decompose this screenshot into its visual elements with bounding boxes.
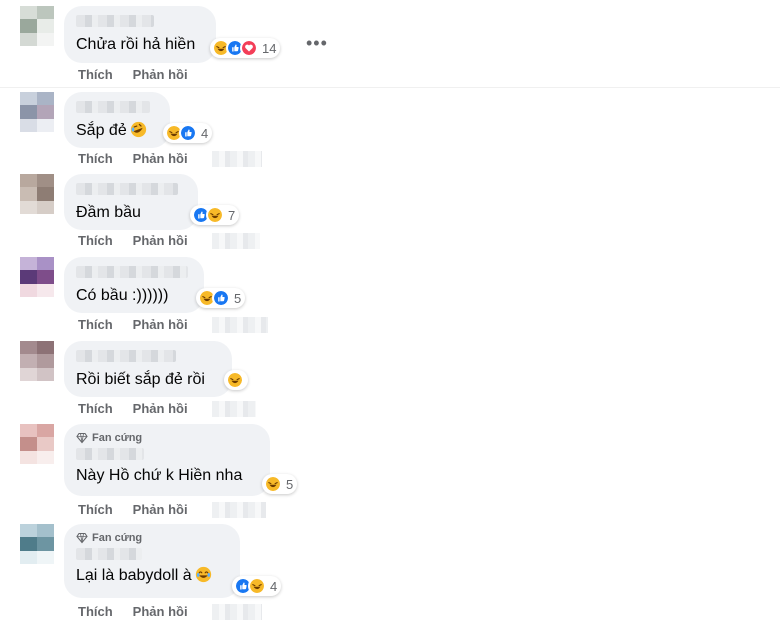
reply-link[interactable]: Phản hồi bbox=[133, 233, 188, 248]
comment-text: Rồi biết sắp đẻ rồi bbox=[76, 371, 205, 388]
comment-actions: Thích Phản hồi bbox=[78, 233, 188, 248]
reaction-summary[interactable]: 5 bbox=[196, 288, 246, 308]
reply-link[interactable]: Phản hồi bbox=[133, 502, 188, 517]
comment-bubble: Đầm bầu bbox=[64, 174, 198, 230]
author-name[interactable] bbox=[76, 350, 176, 362]
avatar[interactable] bbox=[20, 424, 54, 464]
comment-actions: Thích Phản hồi bbox=[78, 502, 188, 517]
comment-text: Có bầu :)))))) bbox=[76, 287, 169, 304]
top-fan-badge: Fan cứng bbox=[76, 532, 228, 544]
reaction-count: 14 bbox=[262, 40, 277, 56]
laughing-tears-emoji-icon bbox=[195, 566, 211, 583]
avatar[interactable] bbox=[20, 341, 54, 381]
avatar[interactable] bbox=[20, 92, 54, 132]
comment-bubble: Chửa rồi hả hiền bbox=[64, 6, 216, 63]
divider bbox=[0, 87, 780, 88]
more-options-icon[interactable]: ••• bbox=[306, 33, 328, 54]
badge-label: Fan cứng bbox=[92, 432, 143, 444]
reaction-count: 4 bbox=[270, 578, 278, 594]
comment-actions: Thích Phản hồi bbox=[78, 604, 188, 619]
comment-bubble: Rồi biết sắp đẻ rồi bbox=[64, 341, 232, 397]
haha-reaction-icon bbox=[226, 371, 244, 389]
author-name[interactable] bbox=[76, 548, 142, 560]
reaction-summary[interactable]: 4 bbox=[232, 576, 282, 596]
diamond-icon bbox=[76, 432, 88, 444]
comment-bubble: Có bầu :)))))) bbox=[64, 257, 204, 313]
author-name[interactable] bbox=[76, 448, 144, 460]
reply-link[interactable]: Phản hồi bbox=[133, 604, 188, 619]
like-link[interactable]: Thích bbox=[78, 317, 113, 332]
avatar[interactable] bbox=[20, 174, 54, 214]
like-link[interactable]: Thích bbox=[78, 67, 113, 82]
comment-text-value: Lại là babydoll à bbox=[76, 567, 192, 584]
reaction-count: 4 bbox=[201, 125, 209, 141]
avatar[interactable] bbox=[20, 6, 54, 46]
author-name[interactable] bbox=[76, 266, 188, 278]
reaction-summary[interactable]: 14 bbox=[210, 38, 281, 58]
comment-time[interactable] bbox=[212, 151, 262, 167]
comment-time[interactable] bbox=[212, 401, 256, 417]
reaction-count: 5 bbox=[286, 476, 294, 492]
comment-bubble: Fan cứng Này Hồ chứ k Hiền nha bbox=[64, 424, 270, 496]
like-reaction-icon bbox=[179, 124, 197, 142]
haha-reaction-icon bbox=[248, 577, 266, 595]
reaction-summary[interactable] bbox=[224, 370, 248, 390]
top-fan-badge: Fan cứng bbox=[76, 432, 258, 444]
reaction-summary[interactable]: 7 bbox=[190, 205, 240, 225]
reply-link[interactable]: Phản hồi bbox=[133, 67, 188, 82]
comment-text-value: Sắp đẻ bbox=[76, 122, 127, 139]
comment-actions: Thích Phản hồi bbox=[78, 317, 188, 332]
reply-link[interactable]: Phản hồi bbox=[133, 151, 188, 166]
comment-text: Này Hồ chứ k Hiền nha bbox=[76, 467, 243, 484]
author-name[interactable] bbox=[76, 183, 178, 195]
reply-link[interactable]: Phản hồi bbox=[133, 401, 188, 416]
reaction-summary[interactable]: 5 bbox=[262, 474, 298, 494]
comment-actions: Thích Phản hồi bbox=[78, 401, 188, 416]
rofl-emoji-icon bbox=[130, 121, 146, 138]
reaction-count: 7 bbox=[228, 207, 236, 223]
like-link[interactable]: Thích bbox=[78, 502, 113, 517]
comment-text: Đầm bầu bbox=[76, 204, 141, 221]
love-reaction-icon bbox=[240, 39, 258, 57]
avatar[interactable] bbox=[20, 257, 54, 297]
diamond-icon bbox=[76, 532, 88, 544]
comment-text: Chửa rồi hả hiền bbox=[76, 36, 196, 53]
reply-link[interactable]: Phản hồi bbox=[133, 317, 188, 332]
reaction-summary[interactable]: 4 bbox=[163, 123, 213, 143]
avatar[interactable] bbox=[20, 524, 54, 564]
comment-text: Lại là babydoll à bbox=[76, 566, 228, 586]
comment-bubble: Sắp đẻ bbox=[64, 92, 170, 148]
badge-label: Fan cứng bbox=[92, 532, 143, 544]
like-reaction-icon bbox=[212, 289, 230, 307]
like-link[interactable]: Thích bbox=[78, 151, 113, 166]
comment-bubble: Fan cứng Lại là babydoll à bbox=[64, 524, 240, 598]
haha-reaction-icon bbox=[264, 475, 282, 493]
comment-time[interactable] bbox=[212, 233, 260, 249]
comment-time[interactable] bbox=[212, 317, 268, 333]
like-link[interactable]: Thích bbox=[78, 604, 113, 619]
comment-actions: Thích Phản hồi bbox=[78, 151, 188, 166]
comment-text: Sắp đẻ bbox=[76, 121, 158, 141]
haha-reaction-icon bbox=[206, 206, 224, 224]
like-link[interactable]: Thích bbox=[78, 233, 113, 248]
comment-actions: Thích Phản hồi bbox=[78, 67, 188, 82]
author-name[interactable] bbox=[76, 15, 154, 27]
comment-time[interactable] bbox=[212, 604, 262, 620]
like-link[interactable]: Thích bbox=[78, 401, 113, 416]
reaction-count: 5 bbox=[234, 290, 242, 306]
comment-time[interactable] bbox=[212, 502, 266, 518]
author-name[interactable] bbox=[76, 101, 150, 113]
